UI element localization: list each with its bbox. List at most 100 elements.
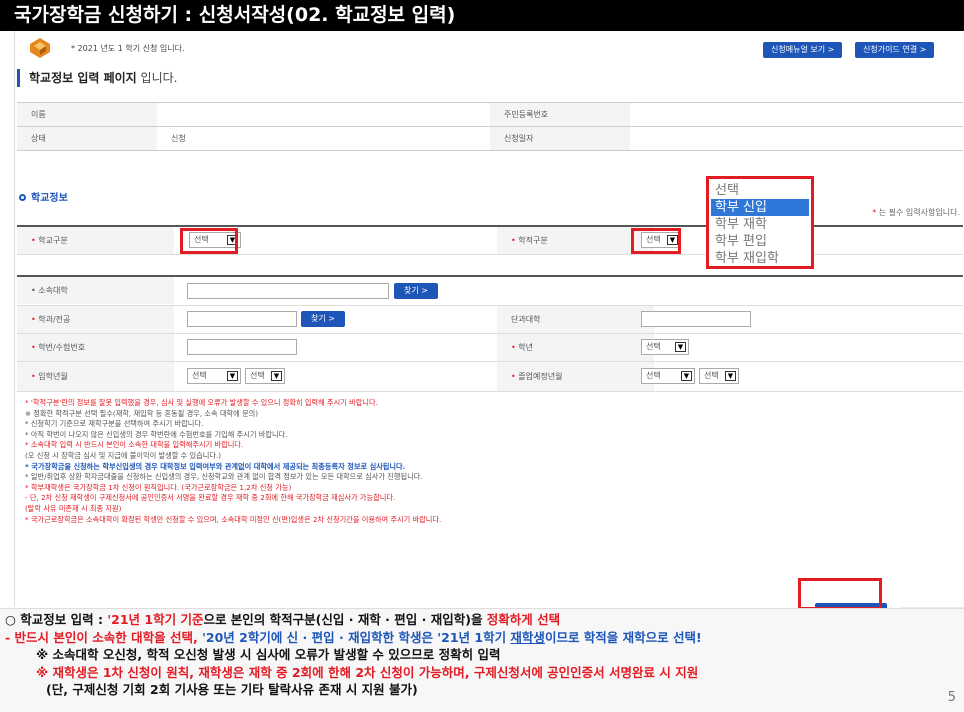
bottom-instructions: ○ 학교정보 입력 : '21년 1학기 기준으로 본인의 학적구분(신입 · …: [0, 608, 964, 712]
reg-type-highlight: [631, 228, 681, 254]
note-item: * 학부재학생은 국가장학금 1차 신청이 원칙입니다. (국가근로장학금은 1…: [25, 482, 292, 492]
admission-month-select[interactable]: 선택 ▼: [245, 368, 285, 384]
name-value: [157, 102, 490, 127]
chevron-down-icon: ▼: [675, 342, 686, 352]
grade-label: 학년: [497, 334, 654, 361]
form-row: 학번/수험번호 학년 선택 ▼: [17, 334, 963, 362]
apply-date-value: [630, 126, 963, 151]
dropdown-option-selected[interactable]: 학부 신입: [711, 199, 809, 216]
guide-link-button[interactable]: 신청가이드 연결 >: [855, 42, 935, 58]
l2c: 재학생: [510, 629, 545, 645]
note-item: * '학적구분'란의 정보를 잘못 입력했을 경우, 심사 및 실행에 오류가 …: [25, 398, 378, 407]
instruction-line-3: ※ 소속대학 오신청, 학적 오신청 발생 시 심사에 오류가 발생할 수 있으…: [36, 647, 501, 662]
note-item: - 단, 2차 신청 재학생이 구제신청서에 공인인증서 서명을 완료할 경우 …: [25, 493, 396, 503]
grade-value: 선택: [646, 342, 661, 351]
major-input[interactable]: [187, 311, 297, 327]
status-label: 상태: [17, 126, 157, 151]
l2d: 이므로 학적을 재학으로 선택!: [544, 629, 702, 645]
l1b: '21년 1학기 기준: [107, 612, 204, 627]
notes-list: * '학적구분'란의 정보를 잘못 입력했을 경우, 심사 및 실행에 오류가 …: [25, 398, 955, 525]
school-type-label: 학교구분: [17, 227, 174, 254]
major-find-button[interactable]: 찾기 >: [301, 311, 345, 327]
apply-date-label: 신청일자: [490, 126, 630, 151]
page-number: 5: [947, 690, 956, 705]
student-no-label: 학번/수험번호: [17, 334, 174, 361]
grad-month-value: 선택: [704, 371, 719, 380]
section-title-text: 학교정보: [31, 193, 68, 204]
dropdown-option[interactable]: 선택: [711, 182, 809, 199]
grad-year-value: 선택: [646, 371, 661, 380]
foundation-logo-icon: [30, 38, 50, 58]
dropdown-option[interactable]: 학부 재입학: [711, 250, 809, 267]
info-row: 이름 주민등록번호: [17, 102, 963, 127]
university-find-button[interactable]: 찾기 >: [394, 283, 438, 299]
university-input[interactable]: [187, 283, 389, 299]
semester-notice: * 2021 년도 1 학기 신청 입니다.: [71, 44, 185, 53]
l1d: 정확하게 선택: [486, 612, 561, 627]
section-title: 학교정보: [19, 189, 68, 204]
school-type-highlight: [180, 228, 238, 254]
form-row: 학과/전공 찾기 > 단과대학: [17, 306, 963, 334]
info-row: 상태 신청 신청일자: [17, 126, 963, 151]
college-label: 단과대학: [497, 306, 654, 333]
chevron-down-icon: ▼: [681, 371, 692, 381]
note-item: * 신청학기 기준으로 재학구분을 선택하여 주시기 바랍니다.: [25, 419, 204, 429]
status-value: 신청: [157, 126, 490, 151]
note-item: * 소속대학 입력 시 반드시 본인이 소속한 대학을 입력해주시기 바랍니다.: [25, 440, 244, 450]
note-item: (오 신청 시 장학금 심사 및 지급에 불이익이 발생할 수 있습니다.): [25, 450, 222, 460]
dropdown-option[interactable]: 학부 편입: [711, 233, 809, 250]
l2a: - 반드시 본인이 소속한 대학을 선택,: [5, 629, 203, 645]
note-item: (탈락 사유 미존재 시 최종 지원): [25, 503, 122, 513]
page-heading: 학교정보 입력 페이지 입니다.: [17, 69, 177, 87]
grad-label: 졸업예정년월: [497, 362, 654, 391]
notice-row: * 2021 년도 1 학기 신청 입니다. 신청메뉴얼 보기 > 신청가이드 …: [15, 35, 964, 63]
l1a: ○ 학교정보 입력 :: [5, 612, 108, 627]
note-item: * 아직 학번이 나오지 않은 신입생의 경우 학번란에 수험번호를 기입해 주…: [25, 429, 288, 439]
chevron-down-icon: ▼: [725, 371, 736, 381]
form-row: 입학년월 선택 ▼ 선택 ▼ 졸업예정년월 선택 ▼ 선택 ▼: [17, 362, 963, 392]
rrn-value: [630, 102, 963, 127]
grade-select[interactable]: 선택 ▼: [641, 339, 689, 355]
slide: 국가장학금 신청하기 : 신청서작성(02. 학교정보 입력) * 2021 년…: [0, 0, 964, 712]
page-heading-rest: 입니다.: [136, 71, 178, 85]
applicant-info-table: 이름 주민등록번호 상태 신청 신청일자: [17, 102, 963, 151]
required-note-text: 는 필수 입력사항입니다.: [876, 208, 960, 217]
admission-label: 입학년월: [17, 362, 174, 391]
form-row: 학교구분 선택 ▼ 학적구분 선택 ▼: [17, 227, 963, 255]
note-item: * 국가장학금을 신청하는 학부신입생의 경우 대학정보 입력여부와 관계없이 …: [25, 461, 406, 471]
manual-view-button[interactable]: 신청메뉴얼 보기 >: [763, 42, 843, 58]
rrn-label: 주민등록번호: [490, 102, 630, 127]
admission-month-value: 선택: [250, 371, 265, 380]
note-item: * 국가근로장학금은 소속대학이 확정된 학생만 신청할 수 있으며, 소속대학…: [25, 514, 442, 524]
university-info-block: • 소속대학 찾기 > 학과/전공 찾기 > 단과대학 학번/수험번호 학년 선…: [17, 275, 963, 392]
required-note: * 는 필수 입력사항입니다.: [872, 207, 960, 218]
school-type-block: 학교구분 선택 ▼ 학적구분 선택 ▼: [17, 225, 963, 255]
instruction-line-5: (단, 구제신청 기회 2회 기사용 또는 기타 탈락사유 존재 시 지원 불가…: [46, 682, 418, 697]
note-item: * 일반/취업후 상환 학자금대출을 신청하는 신입생의 경우, 신청학교와 관…: [25, 472, 423, 482]
instruction-line-1: ○ 학교정보 입력 : '21년 1학기 기준으로 본인의 학적구분(신입 · …: [5, 611, 964, 629]
student-no-input[interactable]: [187, 339, 297, 355]
university-label-text: 소속대학: [38, 286, 68, 295]
grad-year-select[interactable]: 선택 ▼: [641, 368, 695, 384]
reg-type-dropdown[interactable]: 선택 학부 신입 학부 재학 학부 편입 학부 재입학: [706, 176, 814, 269]
major-label: 학과/전공: [17, 306, 174, 333]
slide-title: 국가장학금 신청하기 : 신청서작성(02. 학교정보 입력): [0, 0, 964, 31]
chevron-down-icon: ▼: [227, 371, 238, 381]
instruction-line-2: - 반드시 본인이 소속한 대학을 선택, '20년 2학기에 신 · 편입 ·…: [5, 629, 964, 647]
instruction-line-4: ※ 재학생은 1차 신청이 원칙, 재학생은 재학 중 2회에 한해 2차 신청…: [36, 664, 699, 680]
university-label: • 소속대학: [17, 277, 174, 304]
college-input[interactable]: [641, 311, 751, 327]
section-bullet-icon: [19, 194, 26, 201]
l2b: '20년 2학기에 신 · 편입 · 재입학한 학생은 '21년 1학기: [202, 629, 511, 645]
chevron-down-icon: ▼: [271, 371, 282, 381]
confirm-highlight: [798, 578, 882, 610]
admission-year-value: 선택: [192, 371, 207, 380]
web-form-frame: * 2021 년도 1 학기 신청 입니다. 신청메뉴얼 보기 > 신청가이드 …: [14, 31, 964, 629]
form-row: • 소속대학 찾기 >: [17, 277, 963, 306]
note-item: ※ 정확한 학적구분 선택 필수(재학, 재입학 등 혼동될 경우, 소속 대학…: [25, 408, 259, 418]
grad-month-select[interactable]: 선택 ▼: [699, 368, 739, 384]
page-heading-bold: 학교정보 입력 페이지: [29, 71, 137, 85]
admission-year-select[interactable]: 선택 ▼: [187, 368, 241, 384]
name-label: 이름: [17, 102, 157, 127]
dropdown-option[interactable]: 학부 재학: [711, 216, 809, 233]
